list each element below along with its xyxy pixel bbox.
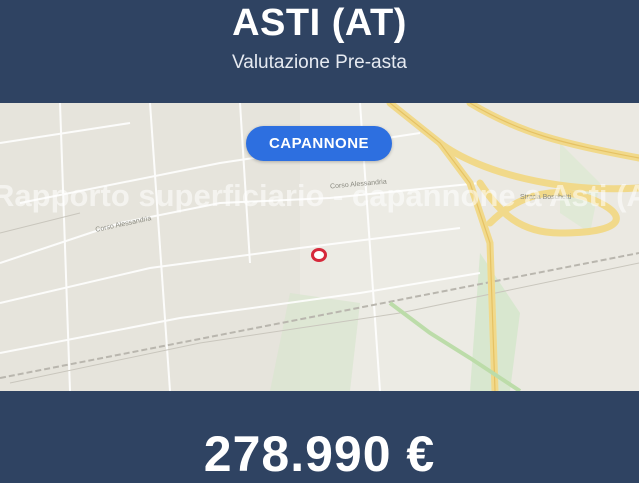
location-pin-icon[interactable]: [311, 248, 327, 262]
page-subtitle: Valutazione Pre-asta: [232, 52, 407, 73]
header: ASTI (AT) Valutazione Pre-asta: [0, 0, 639, 103]
footer: 278.990 €: [0, 391, 639, 482]
price-value: 278.990 €: [203, 426, 436, 482]
category-badge: CAPANNONE: [246, 126, 392, 161]
watermark-text: Rapporto superficiario - capannone a Ast…: [0, 178, 639, 213]
page-title: ASTI (AT): [232, 2, 407, 44]
